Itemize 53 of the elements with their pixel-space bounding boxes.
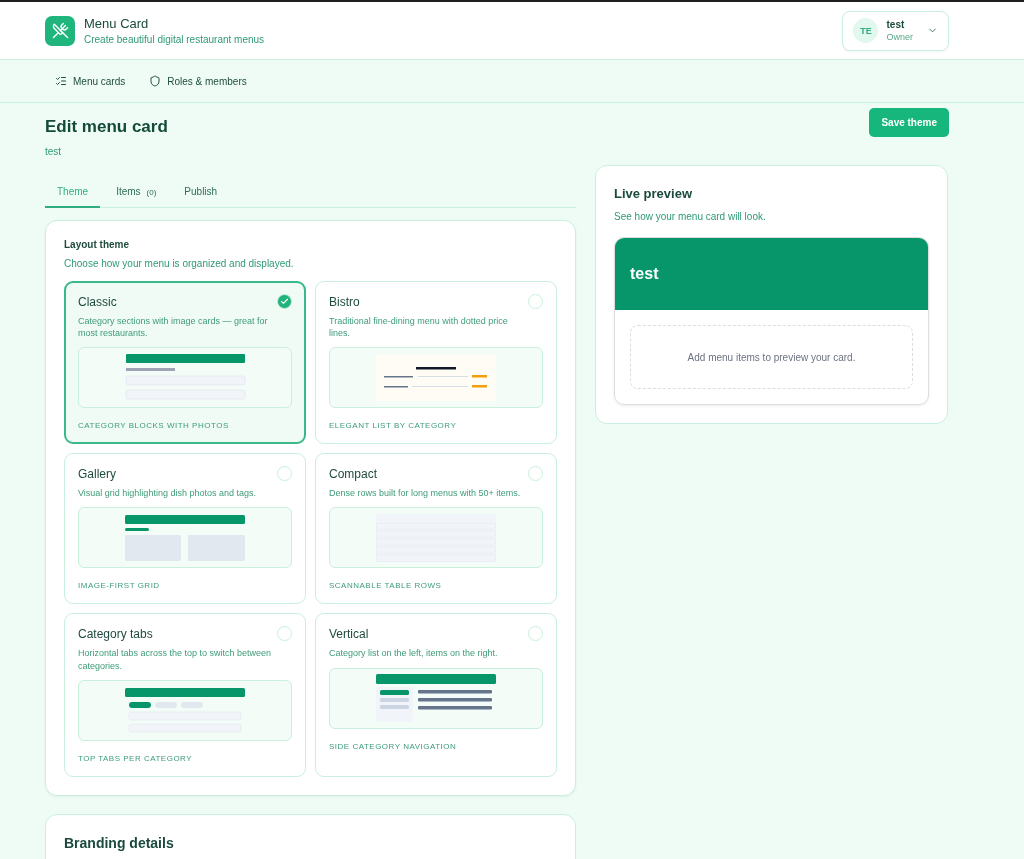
theme-option-card[interactable]: Classic Category sections with image cards — great for most restaurants. CATEGORY BLOCKS WITH PHOTOS: [64, 281, 306, 445]
list-icon: [55, 75, 67, 87]
nav-link[interactable]: Roles & members: [149, 75, 247, 87]
nav-link[interactable]: Menu cards: [55, 75, 126, 87]
radio-button[interactable]: [528, 626, 543, 642]
preview-title: Live preview: [614, 186, 694, 201]
radio-button[interactable]: [277, 466, 292, 482]
theme-option-card[interactable]: Category tabs Horizontal tabs across the top to switch between categories. TOP TABS PER CATEGORY: [64, 613, 306, 777]
theme-description: Category sections with image cards — great for most restaurants.: [78, 315, 269, 340]
radio-button[interactable]: [528, 294, 543, 309]
app-logo-icon: [45, 15, 75, 46]
page-title: Edit menu card: [45, 117, 168, 137]
tab[interactable]: Publish: [172, 179, 230, 208]
section-title: Branding details: [64, 834, 175, 851]
theme-tag: TOP TABS PER CATEGORY: [78, 753, 292, 763]
section-description: Choose how your menu is organized and displayed.: [64, 258, 295, 269]
user-avatar: TE: [853, 18, 879, 43]
theme-tag: IMAGE-FIRST GRID: [78, 581, 292, 591]
theme-name: Compact: [329, 466, 378, 481]
user-role: Owner: [886, 32, 913, 42]
theme-tag: SCANNABLE TABLE ROWS: [329, 581, 543, 591]
theme-name: Category tabs: [78, 626, 153, 641]
theme-description: Category list on the left, items on the right.: [329, 647, 499, 660]
theme-tag: CATEGORY BLOCKS WITH PHOTOS: [78, 421, 292, 431]
theme-tag: SIDE CATEGORY NAVIGATION: [329, 741, 543, 751]
theme-name: Classic: [78, 294, 117, 309]
theme-option-card[interactable]: Compact Dense rows built for long menus with 50+ items. SCANNABLE TABLE ROWS: [315, 453, 557, 605]
user-name: test: [886, 19, 905, 30]
preview-description: See how your menu card will look.: [614, 211, 767, 222]
theme-description: Dense rows built for long menus with 50+ items.: [329, 487, 522, 500]
theme-name: Vertical: [329, 626, 369, 641]
preview-card-title: test: [630, 265, 659, 283]
theme-option-card[interactable]: Bistro Traditional fine-dining menu with dotted price lines. ELEGANT LIST BY CATEGORY: [315, 281, 557, 445]
page-subtitle: test: [45, 146, 63, 157]
app-title: Menu Card: [84, 16, 150, 31]
app-subtitle: Create beautiful digital restaurant menus: [84, 34, 265, 45]
theme-option-card[interactable]: Gallery Visual grid highlighting dish photos and tags. IMAGE-FIRST GRID: [64, 453, 306, 605]
theme-description: Horizontal tabs across the top to switch between categories.: [78, 647, 273, 672]
check-icon: [280, 297, 289, 306]
empty-message: Add menu items to preview your card.: [630, 325, 913, 389]
tab[interactable]: Items (0): [104, 179, 169, 208]
radio-button[interactable]: [277, 294, 292, 309]
theme-name: Gallery: [78, 466, 116, 481]
section-title: Layout theme: [64, 239, 130, 250]
radio-button[interactable]: [277, 626, 292, 642]
radio-button[interactable]: [528, 466, 543, 482]
theme-description: Visual grid highlighting dish photos and tags.: [78, 487, 257, 500]
theme-name: Bistro: [329, 294, 360, 309]
theme-tag: ELEGANT LIST BY CATEGORY: [329, 421, 543, 431]
shield-icon: [149, 75, 162, 87]
theme-option-card[interactable]: Vertical Category list on the left, items on the right. SIDE CATEGORY NAVIGATION: [315, 613, 557, 777]
theme-description: Traditional fine-dining menu with dotted price lines.: [329, 315, 509, 340]
user-menu-button[interactable]: TE test Owner: [842, 10, 949, 51]
